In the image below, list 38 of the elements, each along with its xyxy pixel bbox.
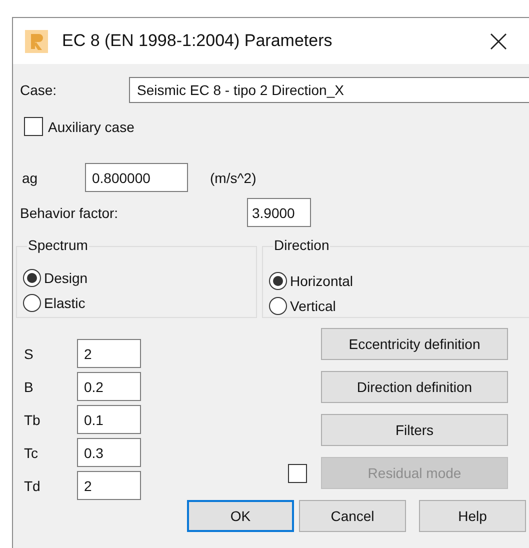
- radio-label: Vertical: [290, 298, 336, 314]
- field-label: Tb: [24, 412, 42, 428]
- field-label: Tc: [24, 444, 39, 460]
- radio-button[interactable]: [23, 294, 41, 312]
- radio-button[interactable]: [23, 268, 41, 286]
- field-label: Case:: [20, 82, 58, 98]
- ag-field[interactable]: 0.800000: [85, 163, 188, 192]
- field-label: ag: [22, 170, 39, 186]
- case-field[interactable]: Seismic EC 8 - tipo 2 Direction_X: [129, 77, 529, 103]
- field-label: Behavior factor:: [20, 204, 120, 220]
- field-label: Td: [24, 478, 42, 494]
- checkbox[interactable]: [24, 117, 43, 136]
- behavior-factor-field[interactable]: 3.9000: [247, 198, 311, 227]
- group-title: Direction: [273, 237, 330, 253]
- side-button[interactable]: Eccentricity definition: [321, 328, 508, 360]
- radio-label: Elastic: [44, 294, 86, 310]
- dialog-button[interactable]: Cancel: [299, 500, 406, 532]
- parameter-field[interactable]: 0.2: [77, 372, 141, 401]
- app-icon: [25, 30, 48, 52]
- parameter-field[interactable]: 0.3: [77, 438, 141, 467]
- unit-label: (m/s^2): [210, 170, 256, 186]
- dialog-button[interactable]: OK: [187, 500, 294, 532]
- radio-button[interactable]: [269, 296, 287, 314]
- side-button[interactable]: Filters: [321, 414, 508, 446]
- radio-label: Design: [44, 270, 88, 286]
- field-label: S: [24, 346, 34, 362]
- dialog-button[interactable]: Help: [419, 500, 526, 532]
- close-icon[interactable]: [490, 32, 507, 50]
- checkbox-label: Auxiliary case: [48, 118, 134, 134]
- radio-button[interactable]: [269, 272, 287, 290]
- group-title: Spectrum: [27, 237, 89, 253]
- parameter-field[interactable]: 0.1: [77, 405, 141, 434]
- radio-label: Horizontal: [290, 272, 354, 288]
- window-title: EC 8 (EN 1998-1:2004) Parameters: [62, 31, 334, 51]
- parameter-field[interactable]: 2: [77, 471, 141, 500]
- field-label: B: [24, 378, 34, 394]
- parameter-field[interactable]: 2: [77, 339, 141, 368]
- side-button[interactable]: Direction definition: [321, 371, 508, 403]
